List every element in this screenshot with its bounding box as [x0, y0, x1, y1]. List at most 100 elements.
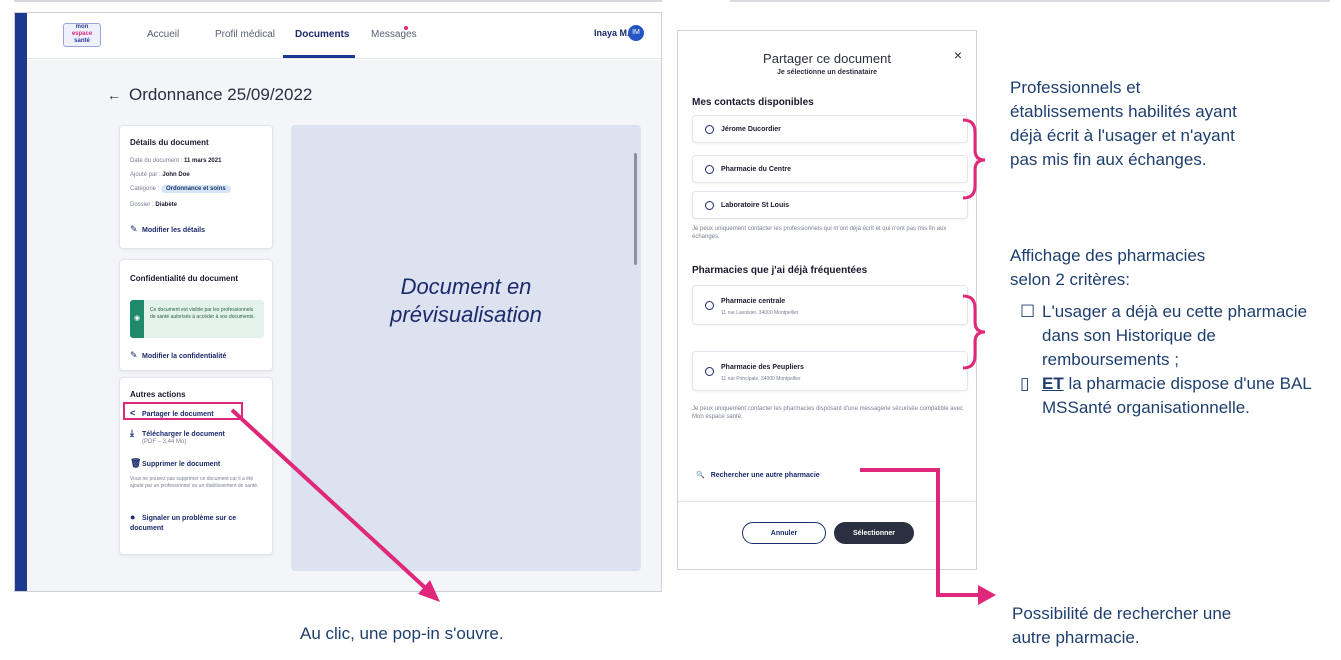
nav-tab-messages[interactable]: Messages [371, 29, 417, 40]
nav-tab-profil-medical[interactable]: Profil médical [215, 29, 275, 40]
pharmacies-annotation-line-1: Affichage des pharmacies [1010, 246, 1206, 265]
preview-line-2: prévisualisation [390, 302, 542, 327]
contacts-section-title: Mes contacts disponibles [692, 97, 814, 108]
pharmacy-name: Pharmacie centrale [721, 298, 786, 305]
criterion-2-prefix: ET [1042, 374, 1064, 393]
confidentiality-card: Confidentialité du document ◉ Ce documen… [119, 259, 273, 371]
delete-note: Vous ne pouvez pas supprimer ce document… [130, 476, 259, 489]
page-title-text: Ordonnance 25/09/2022 [129, 85, 313, 104]
close-icon[interactable]: × [954, 47, 962, 63]
pharmacy-name: Pharmacie des Peupliers [721, 364, 804, 371]
radio-icon[interactable] [705, 125, 714, 134]
detail-added-label: Ajouté par : [130, 172, 161, 178]
radio-icon[interactable] [705, 301, 714, 310]
active-tab-indicator [283, 55, 355, 58]
edit-confidentiality-link[interactable]: ✎ Modifier la confidentialité [130, 350, 226, 361]
back-arrow-icon[interactable]: ← [107, 87, 121, 103]
contacts-annotation-line-2: établissements habilités ayant [1010, 102, 1237, 121]
confidentiality-notice: ◉ Ce document est visible par les profes… [130, 300, 264, 338]
pharmacies-annotation-line-2: selon 2 critères: [1010, 270, 1130, 289]
eye-icon: ◉ [130, 300, 144, 338]
contact-option[interactable]: Jérome Ducordier [692, 115, 968, 143]
actions-card-title: Autres actions [130, 390, 186, 399]
delete-document-link[interactable]: 🗑Supprimer le document [130, 458, 220, 469]
logo-line-1: mon [75, 24, 89, 30]
radio-icon[interactable] [705, 367, 714, 376]
criteria-list: ☐ L'usager a déjà eu cette pharmacie dan… [1010, 300, 1330, 420]
contacts-annotation-line-1: Professionnels et [1010, 78, 1141, 97]
caption-search-line-1: Possibilité de rechercher une [1012, 604, 1232, 623]
pharmacies-annotation-heading: Affichage des pharmacies selon 2 critère… [1010, 244, 1205, 292]
sidebar-accent [15, 13, 27, 591]
modal-footer: Annuler Sélectionner [678, 501, 976, 569]
report-problem-link[interactable]: ● Signaler un problème sur ce document [130, 512, 260, 534]
select-button[interactable]: Sélectionner [834, 522, 914, 544]
confidentiality-card-title: Confidentialité du document [130, 274, 238, 283]
detail-category: Catégorie : Ordonnance et soins [130, 185, 231, 193]
pharmacy-address: 11 rue Principale, 34000 Montpellier [721, 376, 801, 382]
criterion-2-text: la pharmacie dispose d'une BAL MSSanté o… [1042, 374, 1312, 417]
document-preview: Document en prévisualisation [291, 125, 641, 571]
nav-tab-accueil[interactable]: Accueil [147, 29, 179, 40]
trash-icon: 🗑 [130, 458, 142, 468]
report-problem-label: Signaler un problème sur ce document [130, 515, 237, 532]
edit-confidentiality-label: Modifier la confidentialité [142, 353, 227, 360]
unread-dot-icon [404, 26, 408, 30]
logo-line-2: espace [71, 31, 93, 37]
search-arrow-head [978, 585, 996, 605]
preview-placeholder: Document en prévisualisation [291, 273, 641, 329]
document-page-screenshot: mon espace santé Accueil Profil médical … [14, 12, 662, 592]
page-title: ← Ordonnance 25/09/2022 [107, 85, 312, 105]
alert-icon: ● [130, 512, 136, 522]
details-card: Détails du document Date du document : 1… [119, 125, 273, 249]
detail-folder: Dossier : Diabète [130, 202, 177, 208]
detail-category-label: Catégorie : [130, 186, 160, 192]
nav-tab-documents[interactable]: Documents [295, 29, 349, 40]
download-meta: (PDF – 3,44 Mo) [142, 439, 187, 445]
download-document-link[interactable]: ⤓ Télécharger le document [130, 428, 225, 439]
details-card-title: Détails du document [130, 138, 209, 147]
search-pharmacy-link[interactable]: 🔍 Rechercher une autre pharmacie [696, 471, 820, 479]
category-tag: Ordonnance et soins [161, 185, 231, 193]
mon-espace-sante-logo[interactable]: mon espace santé [63, 23, 101, 47]
criterion-1-text: L'usager a déjà eu cette pharmacie dans … [1042, 302, 1308, 369]
preview-scrollbar[interactable] [634, 153, 637, 265]
confidentiality-notice-text: Ce document est visible par les professi… [150, 307, 255, 320]
share-highlight-frame [123, 402, 243, 420]
caption-search: Possibilité de rechercher une autre phar… [1012, 602, 1231, 650]
detail-date: Date du document : 11 mars 2021 [130, 158, 221, 164]
search-pharmacy-label: Rechercher une autre pharmacie [710, 472, 820, 479]
contact-option[interactable]: Pharmacie du Centre [692, 155, 968, 183]
square-bullet-icon: ▯ [1020, 374, 1030, 393]
top-separator-left [14, 0, 662, 2]
avatar[interactable]: IM [628, 25, 644, 41]
pharmacy-option[interactable]: Pharmacie des Peupliers 11 rue Principal… [692, 351, 968, 391]
detail-added-by: Ajouté par : John Doe [130, 172, 190, 178]
modal-title: Partager ce document [763, 51, 891, 66]
checkbox-icon: ☐ [1020, 302, 1036, 321]
cancel-button[interactable]: Annuler [742, 522, 826, 544]
radio-icon[interactable] [705, 201, 714, 210]
contacts-annotation: Professionnels et établissements habilit… [1010, 76, 1237, 172]
pencil-icon: ✎ [130, 350, 138, 360]
pharmacy-address: 11 rue Lavoisier, 34000 Montpellier [721, 310, 799, 316]
preview-line-1: Document en [400, 274, 532, 299]
caption-popin: Au clic, une pop-in s'ouvre. [300, 624, 504, 643]
contact-option[interactable]: Laboratoire St Louis [692, 191, 968, 219]
detail-date-value: 11 mars 2021 [184, 158, 222, 164]
detail-folder-label: Dossier : [130, 202, 154, 208]
top-navigation: mon espace santé Accueil Profil médical … [27, 13, 661, 59]
contact-name: Laboratoire St Louis [721, 202, 790, 209]
contacts-annotation-line-4: pas mis fin aux échanges. [1010, 150, 1207, 169]
detail-folder-value: Diabète [155, 202, 178, 208]
edit-details-label: Modifier les détails [142, 227, 206, 234]
user-name[interactable]: Inaya M. [594, 28, 630, 38]
edit-details-link[interactable]: ✎ Modifier les détails [130, 224, 205, 235]
pharmacy-option[interactable]: Pharmacie centrale 11 rue Lavoisier, 340… [692, 285, 968, 325]
logo-line-3: santé [74, 38, 90, 44]
radio-icon[interactable] [705, 165, 714, 174]
pharmacies-note: Je peux uniquement contacter les pharmac… [692, 406, 963, 420]
pharmacies-section-title: Pharmacies que j'ai déjà fréquentées [692, 265, 868, 276]
download-icon: ⤓ [130, 428, 134, 438]
contacts-annotation-line-3: déjà écrit à l'usager et n'ayant [1010, 126, 1235, 145]
